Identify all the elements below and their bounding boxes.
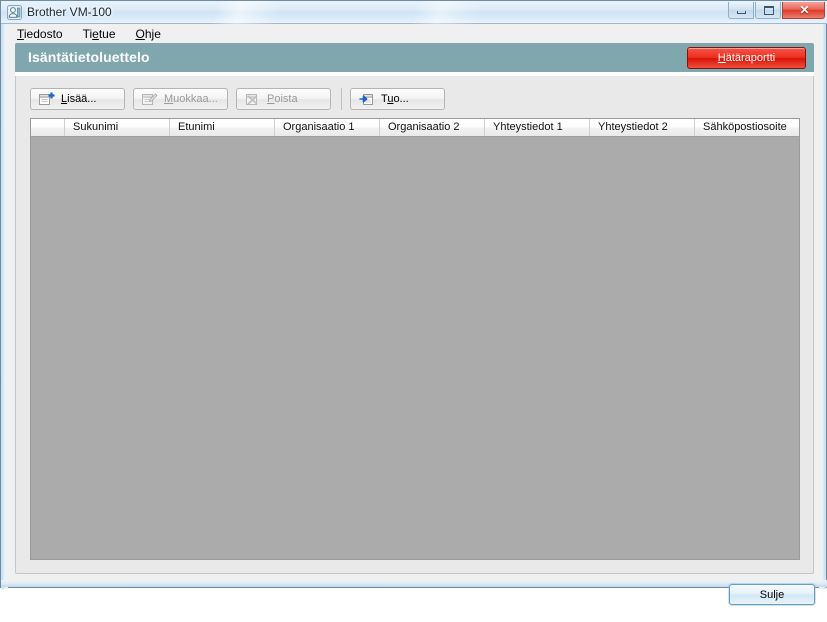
edit-record-label: Muokkaa... [164,93,218,105]
grid-body-empty[interactable] [31,137,799,559]
grid-column-header-etunimi[interactable]: Etunimi [170,119,275,136]
minimize-button[interactable] [728,2,754,19]
add-record-label: Lisää... [61,93,97,105]
import-icon [359,92,375,106]
close-window-button[interactable]: ✕ [782,2,825,19]
import-button[interactable]: Tuo... [350,88,445,110]
host-list-grid[interactable]: Sukunimi Etunimi Organisaatio 1 Organisa… [30,118,800,560]
contact-person-icon [7,5,22,20]
grid-column-header-organisaatio-2[interactable]: Organisaatio 2 [380,119,485,136]
grid-column-header-organisaatio-1[interactable]: Organisaatio 1 [275,119,380,136]
grid-column-header-sukunimi[interactable]: Sukunimi [65,119,170,136]
add-record-button[interactable]: Lisää... [30,88,125,110]
delete-record-button[interactable]: Poista [236,88,331,110]
menu-item-tietue[interactable]: Tietue [83,27,116,41]
client-area: Isäntätietoluettelo Hätäraportti Lisää..… [8,43,821,605]
import-label: Tuo... [381,93,409,105]
menu-item-tiedosto[interactable]: Tiedosto [17,27,63,41]
grid-column-header-yhteystiedot-2[interactable]: Yhteystiedot 2 [590,119,695,136]
add-record-icon [39,92,55,106]
delete-record-label: Poista [267,93,298,105]
menu-item-ohje[interactable]: Ohje [136,27,161,41]
toolbar-separator [341,88,342,110]
delete-record-icon [245,92,261,106]
grid-column-header-selector[interactable] [31,119,65,136]
application-window: Brother VM-100 ✕ Tiedosto Tietue Ohje Is… [0,0,827,605]
window-controls: ✕ [727,2,825,19]
record-toolbar: Lisää... Muokkaa... Poista Tuo... [30,88,453,110]
window-glass-edge-left [1,1,8,589]
dialog-footer: Sulje [8,574,821,622]
minimize-icon [737,11,746,14]
grid-header-row: Sukunimi Etunimi Organisaatio 1 Organisa… [31,119,799,137]
edit-record-button[interactable]: Muokkaa... [133,88,228,110]
window-title: Brother VM-100 [27,5,112,19]
grid-column-header-sahkopostiosoite[interactable]: Sähköpostiosoite [695,119,799,136]
close-icon: ✕ [799,3,810,17]
grid-column-header-yhteystiedot-1[interactable]: Yhteystiedot 1 [485,119,590,136]
page-title: Isäntätietoluettelo [28,49,150,65]
close-button[interactable]: Sulje [729,584,815,605]
menu-bar: Tiedosto Tietue Ohje [8,24,821,43]
page-header-band: Isäntätietoluettelo Hätäraportti [15,43,814,72]
maximize-icon [764,6,774,15]
content-panel: Lisää... Muokkaa... Poista Tuo... Sukuni… [15,76,814,574]
emergency-report-button[interactable]: Hätäraportti [687,47,806,69]
title-bar[interactable]: Brother VM-100 ✕ [1,1,827,24]
maximize-button[interactable] [755,2,781,19]
edit-record-icon [142,92,158,106]
title-bar-sheen [1,1,827,24]
